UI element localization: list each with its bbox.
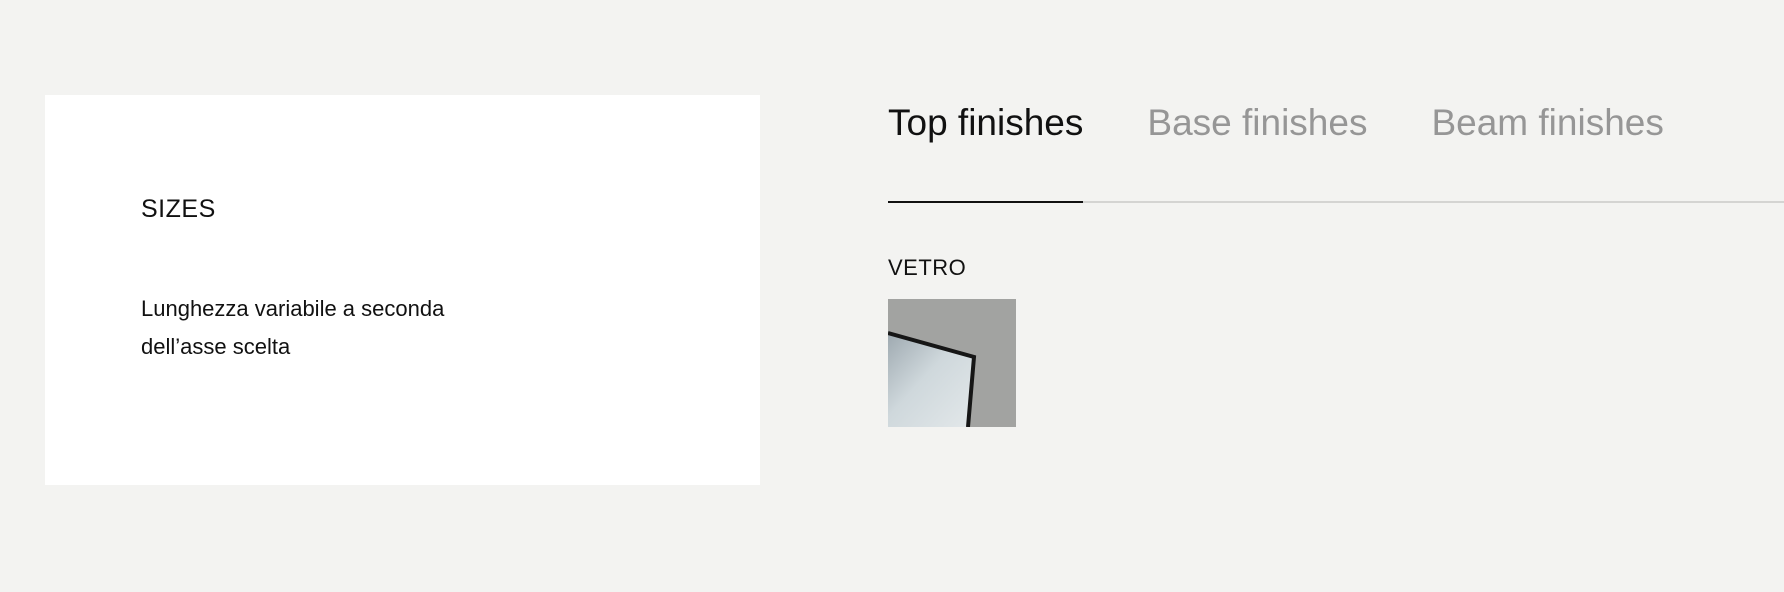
sizes-card: SIZES Lunghezza variabile a seconda dell… (45, 95, 760, 485)
finishes-panel: Top finishes Base finishes Beam finishes… (888, 95, 1784, 427)
finish-group-title: VETRO (888, 255, 967, 280)
finishes-tabs: Top finishes Base finishes Beam finishes (888, 95, 1784, 203)
tab-beam-finishes[interactable]: Beam finishes (1431, 95, 1663, 201)
sizes-description: Lunghezza variabile a seconda dell’asse … (141, 296, 445, 359)
vetro-glass-swatch[interactable] (888, 299, 1016, 427)
finish-swatch-list (888, 299, 1784, 427)
tab-base-finishes[interactable]: Base finishes (1147, 95, 1367, 201)
tab-top-finishes[interactable]: Top finishes (888, 95, 1084, 203)
sizes-title: SIZES (141, 195, 216, 223)
